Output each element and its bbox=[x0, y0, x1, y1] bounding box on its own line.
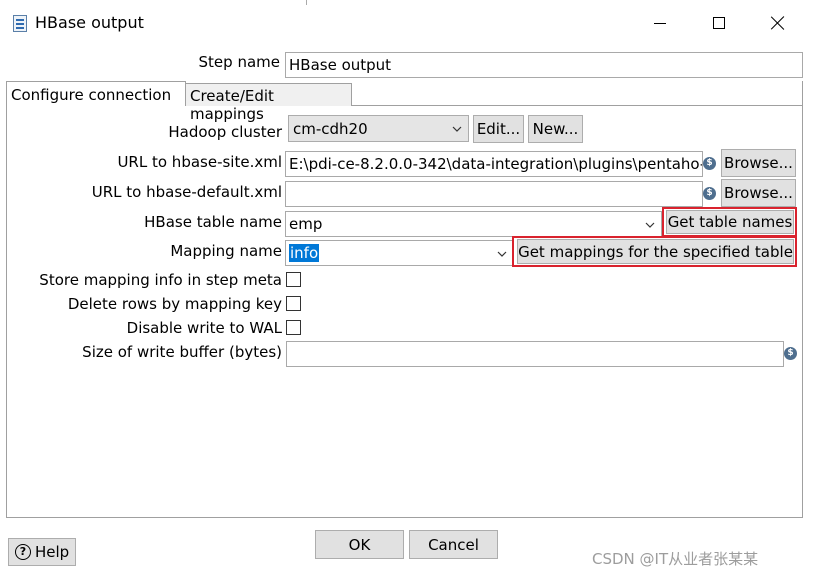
disable-wal-checkbox[interactable] bbox=[286, 320, 301, 335]
tab-create-edit-mappings[interactable]: Create/Edit mappings bbox=[185, 83, 352, 123]
maximize-button[interactable] bbox=[696, 8, 742, 38]
dollar-variable-icon: $ bbox=[703, 157, 716, 170]
hadoop-cluster-label: Hadoop cluster bbox=[168, 123, 282, 141]
chevron-down-icon bbox=[452, 126, 462, 132]
write-buffer-label: Size of write buffer (bytes) bbox=[82, 343, 282, 361]
chevron-down-icon[interactable] bbox=[497, 249, 507, 259]
hbase-site-input[interactable]: E:\pdi-ce-8.2.0.0-342\data-integration\p… bbox=[285, 151, 703, 177]
tab-configure-connection[interactable]: Configure connection bbox=[6, 81, 186, 106]
store-mapping-label: Store mapping info in step meta bbox=[39, 271, 282, 289]
window-edge bbox=[306, 0, 307, 5]
watermark: CSDN @IT从业者张某某 bbox=[592, 550, 759, 568]
help-button[interactable]: ? Help bbox=[8, 538, 76, 566]
cancel-button[interactable]: Cancel bbox=[409, 530, 498, 559]
minimize-icon bbox=[654, 22, 666, 24]
disable-wal-label: Disable write to WAL bbox=[126, 319, 282, 337]
hbase-output-icon bbox=[13, 15, 27, 32]
hbase-default-input[interactable] bbox=[285, 181, 703, 207]
browse-hbase-default-button[interactable]: Browse... bbox=[721, 179, 796, 207]
delete-rows-label: Delete rows by mapping key bbox=[67, 295, 282, 313]
window-title: HBase output bbox=[35, 13, 144, 32]
table-name-label: HBase table name bbox=[144, 213, 282, 231]
store-mapping-checkbox[interactable] bbox=[286, 272, 301, 287]
mapping-name-value: info bbox=[289, 244, 320, 262]
close-icon bbox=[771, 16, 785, 30]
help-icon: ? bbox=[15, 544, 31, 560]
hadoop-cluster-select[interactable]: cm-cdh20 bbox=[288, 115, 469, 142]
get-table-names-button[interactable]: Get table names bbox=[666, 210, 794, 234]
mapping-name-label: Mapping name bbox=[170, 242, 282, 260]
browse-hbase-site-button[interactable]: Browse... bbox=[721, 149, 796, 177]
minimize-button[interactable] bbox=[637, 8, 683, 38]
table-name-combo[interactable]: emp bbox=[285, 211, 662, 237]
help-label: Help bbox=[35, 543, 70, 561]
close-button[interactable] bbox=[755, 8, 801, 38]
hbase-site-label: URL to hbase-site.xml bbox=[117, 153, 282, 171]
dollar-variable-icon: $ bbox=[703, 187, 716, 200]
chevron-down-icon[interactable] bbox=[645, 220, 655, 230]
step-name-input[interactable]: HBase output bbox=[285, 52, 803, 78]
edit-cluster-button[interactable]: Edit... bbox=[473, 115, 524, 143]
step-name-label: Step name bbox=[198, 53, 280, 71]
table-name-value: emp bbox=[289, 215, 323, 233]
ok-button[interactable]: OK bbox=[315, 530, 404, 559]
delete-rows-checkbox[interactable] bbox=[286, 296, 301, 311]
maximize-icon bbox=[713, 17, 725, 29]
hbase-default-label: URL to hbase-default.xml bbox=[91, 183, 282, 201]
get-mappings-button[interactable]: Get mappings for the specified table bbox=[517, 239, 794, 264]
new-cluster-button[interactable]: New... bbox=[528, 115, 583, 143]
dollar-variable-icon: $ bbox=[784, 347, 797, 360]
mapping-name-combo[interactable]: info bbox=[285, 240, 513, 266]
hadoop-cluster-value: cm-cdh20 bbox=[293, 120, 368, 138]
write-buffer-input[interactable] bbox=[286, 341, 784, 367]
